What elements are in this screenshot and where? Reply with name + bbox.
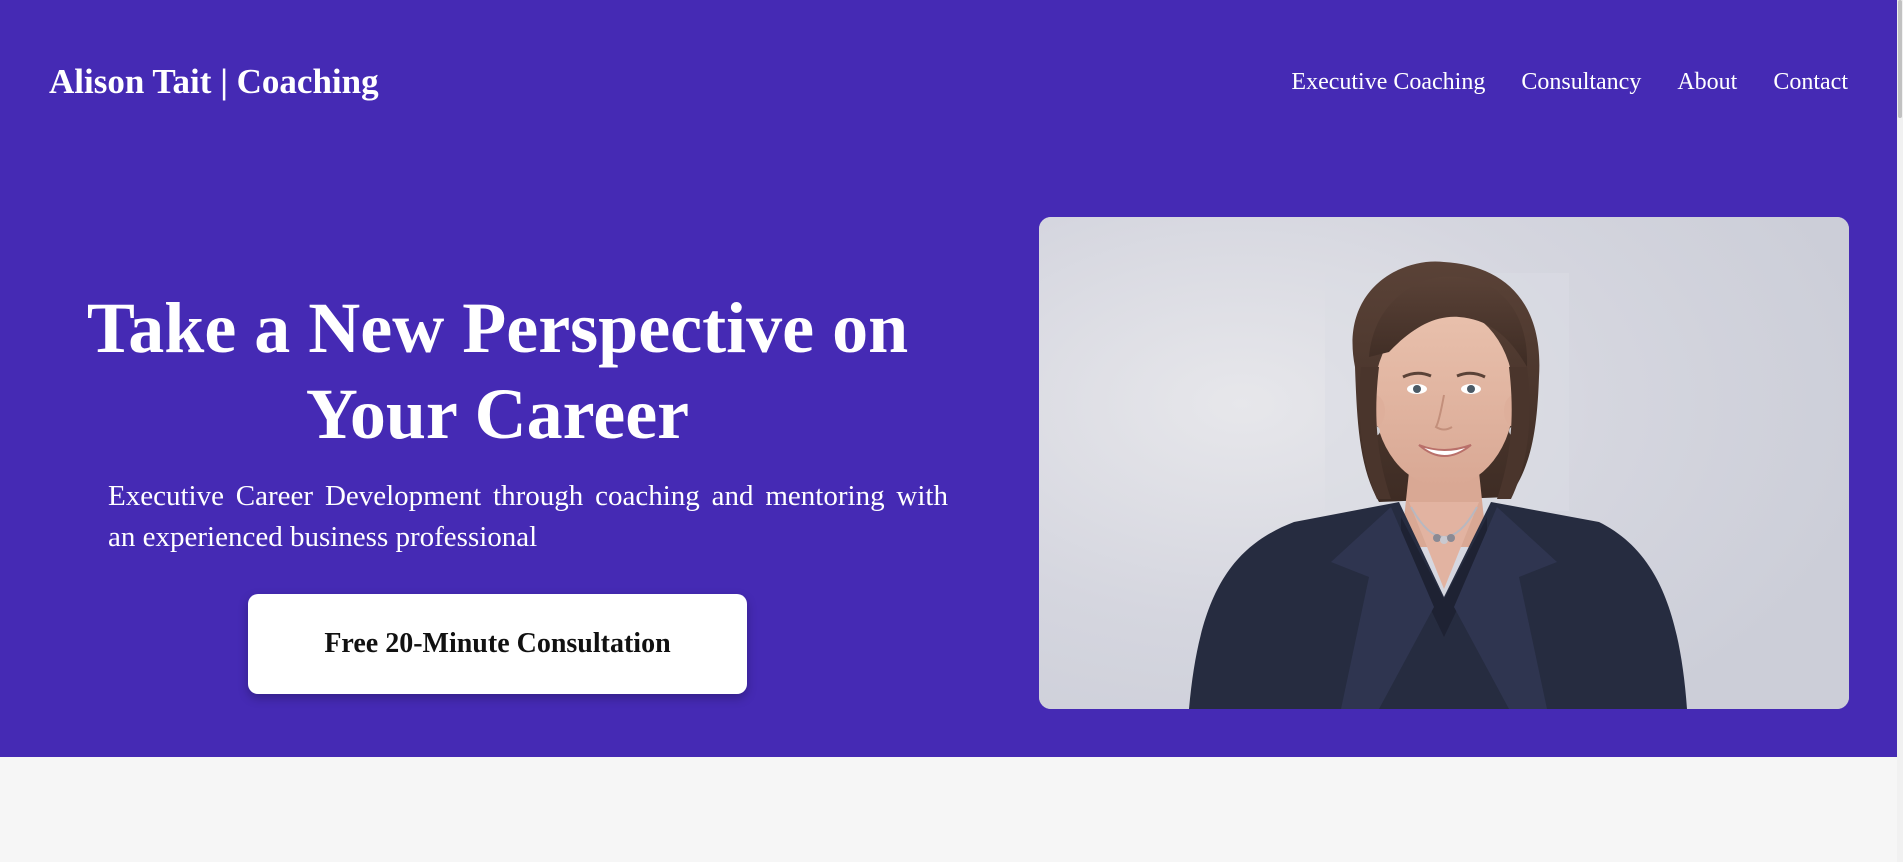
hero-subtitle: Executive Career Development through coa… [108, 480, 948, 553]
scrollbar-thumb[interactable] [1898, 0, 1902, 118]
portrait-photo [1039, 217, 1849, 709]
nav-link-consultancy[interactable]: Consultancy [1521, 66, 1641, 98]
site-logo-text[interactable]: Alison Tait | Coaching [49, 60, 379, 104]
hero-section: Take a New Perspective on Your Career Ex… [0, 170, 1897, 757]
site-header: Alison Tait | Coaching Executive Coachin… [0, 0, 1897, 170]
scrollbar-track[interactable] [1897, 0, 1903, 862]
viewport: Alison Tait | Coaching Executive Coachin… [0, 0, 1897, 862]
free-consultation-button[interactable]: Free 20-Minute Consultation [248, 594, 747, 694]
main-nav: Executive Coaching Consultancy About Con… [1291, 66, 1848, 98]
page: Alison Tait | Coaching Executive Coachin… [0, 0, 1903, 862]
content-section [0, 757, 1897, 862]
nav-link-about[interactable]: About [1677, 66, 1737, 98]
nav-link-contact[interactable]: Contact [1773, 66, 1848, 98]
hero-title: Take a New Perspective on Your Career [86, 288, 909, 454]
nav-link-executive-coaching[interactable]: Executive Coaching [1291, 66, 1485, 98]
